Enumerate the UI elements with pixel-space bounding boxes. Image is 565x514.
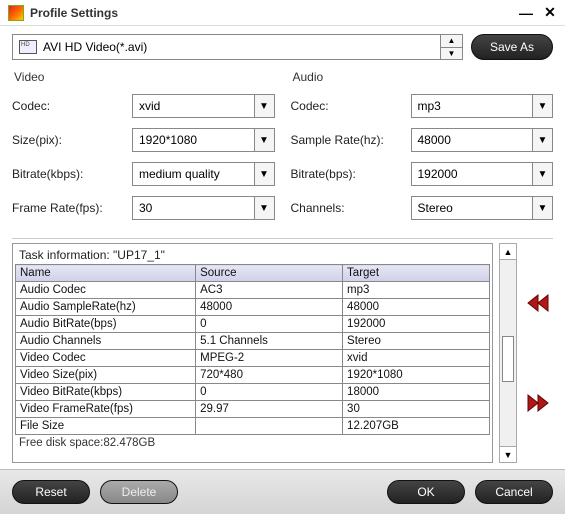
table-cell: Video FrameRate(fps) — [16, 401, 196, 418]
table-cell: 30 — [343, 401, 490, 418]
table-cell: 29.97 — [196, 401, 343, 418]
table-cell: 18000 — [343, 384, 490, 401]
video-framerate-label: Frame Rate(fps): — [12, 201, 132, 215]
footer: Reset Delete OK Cancel — [0, 469, 565, 514]
profile-select[interactable]: HD AVI HD Video(*.avi) ▲ ▼ — [12, 34, 463, 60]
chevron-down-icon[interactable]: ▼ — [532, 197, 552, 219]
chevron-down-icon[interactable]: ▼ — [532, 163, 552, 185]
table-row[interactable]: File Size 12.207GB — [16, 418, 490, 435]
table-cell: Video Size(pix) — [16, 367, 196, 384]
table-cell: Audio SampleRate(hz) — [16, 299, 196, 316]
table-cell: 48000 — [343, 299, 490, 316]
chevron-down-icon[interactable]: ▼ — [254, 129, 274, 151]
table-cell: MPEG-2 — [196, 350, 343, 367]
table-cell: mp3 — [343, 282, 490, 299]
table-cell: 192000 — [343, 316, 490, 333]
video-codec-label: Codec: — [12, 99, 132, 113]
table-row[interactable]: Audio BitRate(bps)0192000 — [16, 316, 490, 333]
audio-bitrate-label: Bitrate(bps): — [291, 167, 411, 181]
table-cell: 1920*1080 — [343, 367, 490, 384]
table-cell: Audio BitRate(bps) — [16, 316, 196, 333]
table-row[interactable]: Video CodecMPEG-2xvid — [16, 350, 490, 367]
table-cell: 0 — [196, 384, 343, 401]
video-framerate-select[interactable]: 30▼ — [132, 196, 275, 220]
save-as-button[interactable]: Save As — [471, 34, 553, 60]
audio-section-title: Audio — [291, 70, 554, 84]
chevron-down-icon[interactable]: ▼ — [254, 197, 274, 219]
table-cell: 48000 — [196, 299, 343, 316]
scroll-track[interactable] — [500, 260, 516, 446]
video-section: Video Codec: xvid▼ Size(pix): 1920*1080▼… — [12, 70, 275, 230]
audio-bitrate-select[interactable]: 192000▼ — [411, 162, 554, 186]
table-cell — [196, 418, 343, 435]
chevron-down-icon[interactable]: ▼ — [532, 95, 552, 117]
table-cell: Audio Channels — [16, 333, 196, 350]
table-cell: 720*480 — [196, 367, 343, 384]
minimize-button[interactable]: — — [519, 6, 533, 20]
task-info-box: Task information: "UP17_1" Name Source T… — [12, 243, 493, 463]
delete-button[interactable]: Delete — [100, 480, 178, 504]
video-section-title: Video — [12, 70, 275, 84]
task-table: Name Source Target Audio CodecAC3mp3Audi… — [15, 264, 490, 435]
table-cell: Stereo — [343, 333, 490, 350]
scrollbar-vertical[interactable]: ▲ ▼ — [499, 243, 517, 463]
task-info-label: Task information: "UP17_1" — [15, 246, 490, 264]
title-bar: Profile Settings — ✕ — [0, 0, 565, 26]
table-row[interactable]: Video Size(pix)720*4801920*1080 — [16, 367, 490, 384]
table-cell: AC3 — [196, 282, 343, 299]
free-disk-label: Free disk space:82.478GB — [15, 435, 490, 451]
table-cell: Video Codec — [16, 350, 196, 367]
ok-button[interactable]: OK — [387, 480, 465, 504]
profile-value: AVI HD Video(*.avi) — [43, 40, 147, 54]
table-cell: 0 — [196, 316, 343, 333]
table-row[interactable]: Audio SampleRate(hz)4800048000 — [16, 299, 490, 316]
scroll-down-icon[interactable]: ▼ — [500, 446, 516, 462]
cancel-button[interactable]: Cancel — [475, 480, 553, 504]
scroll-thumb[interactable] — [502, 336, 514, 382]
audio-samplerate-label: Sample Rate(hz): — [291, 133, 411, 147]
video-bitrate-select[interactable]: medium quality▼ — [132, 162, 275, 186]
col-source[interactable]: Source — [196, 265, 343, 282]
chevron-down-icon[interactable]: ▼ — [254, 95, 274, 117]
table-cell: Video BitRate(kbps) — [16, 384, 196, 401]
app-icon — [8, 5, 24, 21]
spinner-up-icon[interactable]: ▲ — [441, 35, 462, 47]
video-codec-select[interactable]: xvid▼ — [132, 94, 275, 118]
audio-samplerate-select[interactable]: 48000▼ — [411, 128, 554, 152]
table-cell: 5.1 Channels — [196, 333, 343, 350]
chevron-down-icon[interactable]: ▼ — [254, 163, 274, 185]
table-row[interactable]: Audio CodecAC3mp3 — [16, 282, 490, 299]
scroll-up-icon[interactable]: ▲ — [500, 244, 516, 260]
table-row[interactable]: Video FrameRate(fps)29.9730 — [16, 401, 490, 418]
close-button[interactable]: ✕ — [543, 6, 557, 20]
window-title: Profile Settings — [30, 6, 519, 20]
prev-button[interactable] — [525, 291, 551, 315]
table-cell: 12.207GB — [343, 418, 490, 435]
video-size-label: Size(pix): — [12, 133, 132, 147]
audio-channels-select[interactable]: Stereo▼ — [411, 196, 554, 220]
table-cell: xvid — [343, 350, 490, 367]
audio-codec-select[interactable]: mp3▼ — [411, 94, 554, 118]
reset-button[interactable]: Reset — [12, 480, 90, 504]
video-size-select[interactable]: 1920*1080▼ — [132, 128, 275, 152]
spinner-down-icon[interactable]: ▼ — [441, 47, 462, 60]
chevron-down-icon[interactable]: ▼ — [532, 129, 552, 151]
format-icon: HD — [19, 40, 37, 54]
table-row[interactable]: Audio Channels5.1 ChannelsStereo — [16, 333, 490, 350]
col-target[interactable]: Target — [343, 265, 490, 282]
table-cell: Audio Codec — [16, 282, 196, 299]
audio-section: Audio Codec: mp3▼ Sample Rate(hz): 48000… — [291, 70, 554, 230]
audio-channels-label: Channels: — [291, 201, 411, 215]
video-bitrate-label: Bitrate(kbps): — [12, 167, 132, 181]
table-cell: File Size — [16, 418, 196, 435]
profile-spinner[interactable]: ▲ ▼ — [440, 35, 462, 59]
audio-codec-label: Codec: — [291, 99, 411, 113]
table-row[interactable]: Video BitRate(kbps)018000 — [16, 384, 490, 401]
col-name[interactable]: Name — [16, 265, 196, 282]
next-button[interactable] — [525, 391, 551, 415]
